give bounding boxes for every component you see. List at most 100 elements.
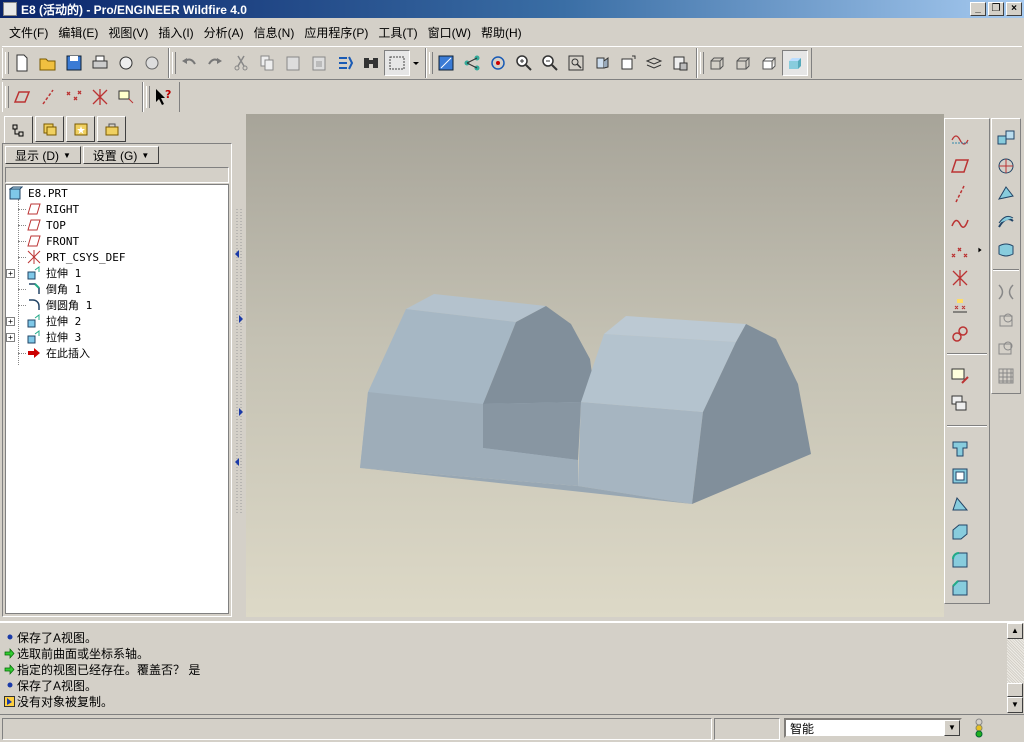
saved-views-icon[interactable] [615,50,641,76]
plane-display-icon[interactable] [9,84,35,110]
tree-filter-field[interactable] [5,167,229,183]
wireframe-icon[interactable] [704,50,730,76]
tree-item-datum-plane[interactable]: FRONT [26,233,79,249]
menu-applications[interactable]: 应用程序(P) [299,24,373,41]
datum-point-tool-icon[interactable] [947,237,973,263]
regenerate-icon[interactable] [332,50,358,76]
tree-item-datum-plane[interactable]: TOP [26,217,66,233]
datum-curve-tool-icon[interactable] [947,209,973,235]
mirror-icon[interactable] [993,125,1019,151]
refit-icon[interactable] [563,50,589,76]
sketch-setup-icon[interactable] [947,391,973,417]
menu-analysis[interactable]: 分析(A) [199,24,249,41]
send-link-icon[interactable] [139,50,165,76]
datum-display-icon[interactable] [459,50,485,76]
offset-icon[interactable] [993,209,1019,235]
save-icon[interactable] [61,50,87,76]
round-tool-icon[interactable] [947,547,973,573]
csys-display-icon[interactable] [87,84,113,110]
scroll-track[interactable] [1007,639,1024,683]
selection-dropdown-icon[interactable] [410,50,422,76]
trim-icon[interactable] [993,181,1019,207]
annotation-display-icon[interactable] [113,84,139,110]
folder-browser-tab[interactable] [35,116,64,142]
tree-item-feature[interactable]: + 拉伸 3 [6,329,81,345]
sketched-datum-curve-icon[interactable] [947,125,973,151]
sketcher-display-icon[interactable] [433,50,459,76]
pattern-icon[interactable] [993,363,1019,389]
scroll-down-icon[interactable]: ▼ [1007,697,1023,713]
context-help-icon[interactable]: ? [150,84,176,110]
tree-item-datum-plane[interactable]: RIGHT [26,201,79,217]
axis-display-icon[interactable] [35,84,61,110]
tree-item-feature[interactable]: + 拉伸 2 [6,313,81,329]
menu-edit[interactable]: 编辑(E) [53,24,103,41]
tree-item-insert-here[interactable]: 在此插入 [26,345,90,361]
sketch-tool-icon[interactable] [947,363,973,389]
show-dropdown[interactable]: 显示 (D) ▼ [5,146,81,164]
menu-tools[interactable]: 工具(T) [373,24,422,41]
tree-item-part[interactable]: E8.PRT [8,185,68,201]
analysis-feature-icon[interactable] [947,293,973,319]
tree-item-feature[interactable]: 倒角 1 [26,281,81,297]
tree-item-feature[interactable]: 倒圆角 1 [26,297,92,313]
connections-tab[interactable] [97,116,126,142]
chevron-down-icon[interactable]: ▼ [944,720,960,736]
close-button[interactable]: × [1006,2,1022,16]
tree-item-csys[interactable]: PRT_CSYS_DEF [26,249,125,265]
shading-icon[interactable] [782,50,808,76]
paste-icon[interactable] [280,50,306,76]
spin-center-icon[interactable] [485,50,511,76]
rib-tool-icon[interactable] [947,519,973,545]
menu-window[interactable]: 窗口(W) [423,24,476,41]
merge-icon[interactable] [993,153,1019,179]
thicken-icon[interactable] [993,237,1019,263]
restore-button[interactable]: ❐ [988,2,1004,16]
open-folder-icon[interactable] [35,50,61,76]
selection-filter-select[interactable]: 智能 ▼ [784,718,962,738]
draft-tool-icon[interactable] [947,491,973,517]
datum-axis-tool-icon[interactable] [947,181,973,207]
intersect-icon[interactable] [993,279,1019,305]
redo-icon[interactable] [202,50,228,76]
tree-item-feature[interactable]: + 拉伸 1 [6,265,81,281]
selection-box-icon[interactable] [384,50,410,76]
datum-plane-tool-icon[interactable] [947,153,973,179]
menu-view[interactable]: 视图(V) [103,24,153,41]
menu-help[interactable]: 帮助(H) [476,24,527,41]
paste-special-icon[interactable] [306,50,332,76]
scroll-thumb[interactable] [1007,683,1023,697]
menu-info[interactable]: 信息(N) [249,24,300,41]
zoom-in-icon[interactable] [511,50,537,76]
expand-plus-icon[interactable]: + [6,316,15,326]
extrude-tool-icon[interactable] [947,435,973,461]
chain-tool-icon[interactable] [947,321,973,347]
chamfer-tool-icon[interactable] [947,575,973,601]
zoom-out-icon[interactable] [537,50,563,76]
scroll-up-icon[interactable]: ▲ [1007,623,1023,639]
message-scrollbar[interactable]: ▲ ▼ [1007,623,1024,715]
point-display-icon[interactable] [61,84,87,110]
undo-icon[interactable] [176,50,202,76]
expand-plus-icon[interactable]: + [6,332,15,342]
favorites-tab[interactable] [66,116,95,142]
print-icon[interactable] [87,50,113,76]
model-tree-tab[interactable] [4,116,33,144]
reorient-icon[interactable] [589,50,615,76]
solidify-icon[interactable] [993,307,1019,333]
find-icon[interactable] [358,50,384,76]
menu-insert[interactable]: 插入(I) [153,24,198,41]
send-mail-icon[interactable] [113,50,139,76]
layers-icon[interactable] [641,50,667,76]
cut-icon[interactable] [228,50,254,76]
panel-splitter[interactable] [233,114,245,617]
project-icon[interactable] [993,335,1019,361]
csys-tool-icon[interactable] [947,265,973,291]
view-manager-icon[interactable] [667,50,693,76]
flyout-arrow-icon[interactable] [975,237,985,263]
hidden-line-icon[interactable] [730,50,756,76]
shell-tool-icon[interactable] [947,463,973,489]
expand-plus-icon[interactable]: + [6,268,15,278]
settings-dropdown[interactable]: 设置 (G) ▼ [83,146,159,164]
no-hidden-icon[interactable] [756,50,782,76]
